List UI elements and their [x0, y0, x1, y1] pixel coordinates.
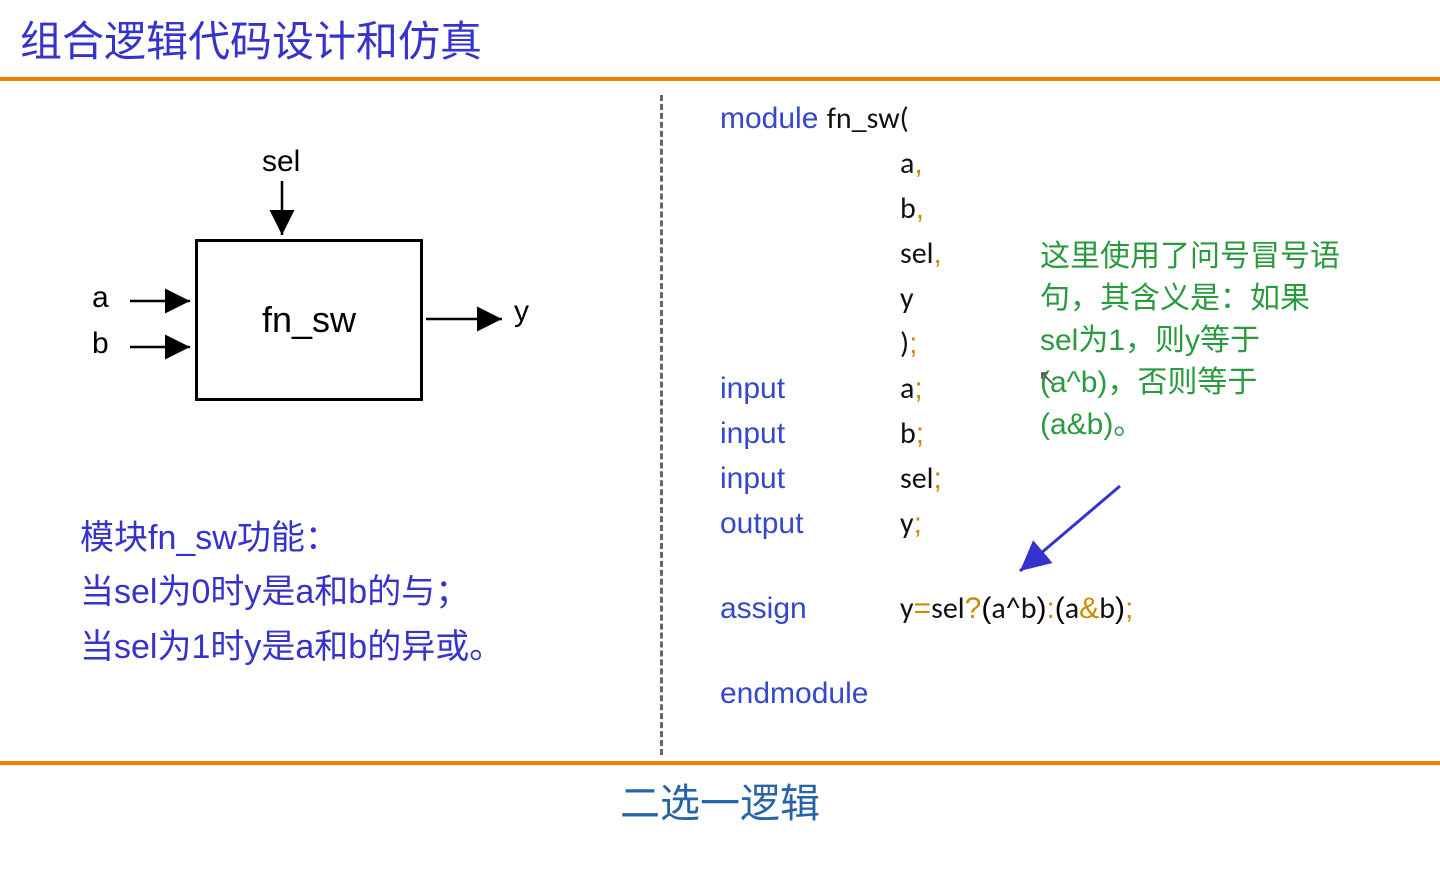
- diagram-arrows: [30, 131, 590, 471]
- block-diagram: sel a b y fn_sw: [30, 131, 590, 471]
- port-b: b: [900, 186, 916, 231]
- spacer: [720, 631, 1420, 671]
- footer-caption: 二选一逻辑: [0, 771, 1440, 829]
- code-endmodule: endmodule: [720, 671, 1420, 716]
- comma: ,: [934, 231, 942, 276]
- cursor-icon: ↖: [1038, 361, 1056, 394]
- divider-bottom: [0, 761, 1440, 765]
- semi: ;: [916, 411, 924, 456]
- kw-input: input: [720, 411, 900, 456]
- desc-line-3: 当sel为1时y是a和b的异或。: [80, 620, 630, 674]
- colon: :: [1046, 586, 1054, 631]
- expr-a2: a: [1065, 586, 1079, 631]
- decl-b: b: [900, 411, 916, 456]
- caret: ^: [1006, 586, 1021, 631]
- code-assign-line: assign y=sel?(a^b):(a&b);: [720, 586, 1420, 631]
- description-block: 模块fn_sw功能： 当sel为0时y是a和b的与； 当sel为1时y是a和b的…: [30, 511, 630, 674]
- spacer: [720, 546, 1420, 586]
- decl-y: y: [900, 501, 914, 546]
- code-output-y: outputy;: [720, 501, 1420, 546]
- lp2: (: [1055, 586, 1065, 631]
- semi: ;: [909, 321, 917, 366]
- port-y: y: [900, 276, 914, 321]
- decl-a: a: [900, 366, 914, 411]
- code-panel: module fn_sw( a, b, sel, y ); inputa; in…: [660, 81, 1440, 761]
- expr-a1: a: [991, 586, 1005, 631]
- kw-endmodule: endmodule: [720, 671, 868, 716]
- comma: ,: [916, 186, 924, 231]
- expr-sel: sel: [931, 586, 965, 631]
- semi: ;: [914, 501, 922, 546]
- module-name: fn_sw(: [827, 96, 909, 141]
- semi: ;: [934, 456, 942, 501]
- desc-line-2: 当sel为0时y是a和b的与；: [80, 565, 630, 619]
- decl-sel: sel: [900, 456, 934, 501]
- comma: ,: [914, 141, 922, 186]
- expr-b2: b: [1099, 586, 1115, 631]
- rp2: ): [1115, 586, 1125, 631]
- port-a: a: [900, 141, 914, 186]
- amp: &: [1079, 586, 1099, 631]
- kw-module: module: [720, 96, 818, 141]
- kw-output: output: [720, 501, 900, 546]
- kw-assign: assign: [720, 586, 900, 631]
- code-module-line: module fn_sw(: [720, 96, 1420, 141]
- code-port-b: b,: [720, 186, 1420, 231]
- rp1: ): [1036, 586, 1046, 631]
- left-panel: sel a b y fn_sw 模块fn_sw功能： 当sel为0时y是a和b的…: [0, 81, 660, 761]
- semi: ;: [1125, 586, 1133, 631]
- eq: =: [914, 586, 932, 631]
- desc-line-1: 模块fn_sw功能：: [80, 511, 630, 565]
- kw-input: input: [720, 456, 900, 501]
- semi: ;: [914, 366, 922, 411]
- annotation-text: 这里使用了问号冒号语句，其含义是：如果sel为1，则y等于(a^b)，否则等于(…: [1040, 236, 1340, 446]
- expr-b1: b: [1021, 586, 1037, 631]
- main-content: sel a b y fn_sw 模块fn_sw功能： 当sel为0时y是a和b的…: [0, 81, 1440, 761]
- port-sel: sel: [900, 231, 934, 276]
- kw-input: input: [720, 366, 900, 411]
- page-title: 组合逻辑代码设计和仿真: [0, 0, 1440, 77]
- qmark: ?: [965, 586, 982, 631]
- lp1: (: [981, 586, 991, 631]
- code-input-sel: inputsel;: [720, 456, 1420, 501]
- expr-y: y: [900, 586, 914, 631]
- close-paren: ): [900, 321, 909, 366]
- code-port-a: a,: [720, 141, 1420, 186]
